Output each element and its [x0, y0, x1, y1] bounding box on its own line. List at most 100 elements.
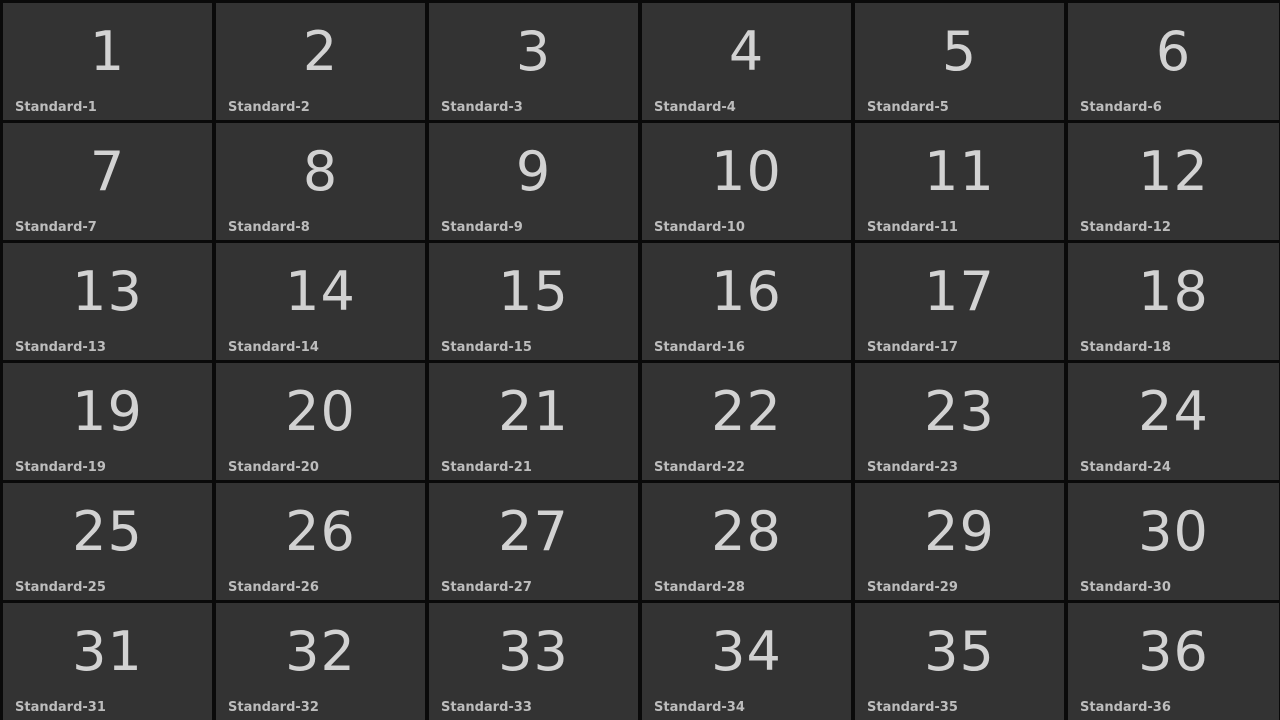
tile-number: 11: [924, 140, 995, 203]
tile-9[interactable]: 9 Standard-9: [429, 123, 638, 240]
tile-21[interactable]: 21 Standard-21: [429, 363, 638, 480]
tile-4[interactable]: 4 Standard-4: [642, 3, 851, 120]
tile-number: 6: [1155, 20, 1192, 83]
tile-label: Standard-8: [228, 220, 310, 235]
tile-number: 14: [285, 260, 356, 323]
tile-label: Standard-10: [654, 220, 745, 235]
tile-number: 31: [72, 620, 143, 683]
tile-number: 22: [711, 380, 782, 443]
tile-15[interactable]: 15 Standard-15: [429, 243, 638, 360]
tile-label: Standard-5: [867, 100, 949, 115]
tile-19[interactable]: 19 Standard-19: [3, 363, 212, 480]
tile-number: 5: [941, 20, 978, 83]
tile-33[interactable]: 33 Standard-33: [429, 603, 638, 720]
tile-label: Standard-20: [228, 460, 319, 475]
tile-18[interactable]: 18 Standard-18: [1068, 243, 1279, 360]
tile-14[interactable]: 14 Standard-14: [216, 243, 425, 360]
tile-label: Standard-22: [654, 460, 745, 475]
tile-label: Standard-6: [1080, 100, 1162, 115]
tile-label: Standard-35: [867, 700, 958, 715]
tile-27[interactable]: 27 Standard-27: [429, 483, 638, 600]
tile-11[interactable]: 11 Standard-11: [855, 123, 1064, 240]
tile-label: Standard-32: [228, 700, 319, 715]
tile-number: 4: [728, 20, 765, 83]
tile-number: 27: [498, 500, 569, 563]
tile-label: Standard-19: [15, 460, 106, 475]
tile-8[interactable]: 8 Standard-8: [216, 123, 425, 240]
tile-34[interactable]: 34 Standard-34: [642, 603, 851, 720]
tile-22[interactable]: 22 Standard-22: [642, 363, 851, 480]
tile-label: Standard-36: [1080, 700, 1171, 715]
tile-number: 10: [711, 140, 782, 203]
tile-label: Standard-4: [654, 100, 736, 115]
tile-label: Standard-31: [15, 700, 106, 715]
tile-26[interactable]: 26 Standard-26: [216, 483, 425, 600]
tile-number: 33: [498, 620, 569, 683]
tile-13[interactable]: 13 Standard-13: [3, 243, 212, 360]
tile-number: 19: [72, 380, 143, 443]
tile-number: 7: [89, 140, 126, 203]
tile-label: Standard-9: [441, 220, 523, 235]
tile-28[interactable]: 28 Standard-28: [642, 483, 851, 600]
tile-7[interactable]: 7 Standard-7: [3, 123, 212, 240]
tile-23[interactable]: 23 Standard-23: [855, 363, 1064, 480]
tile-number: 13: [72, 260, 143, 323]
tile-number: 35: [924, 620, 995, 683]
tile-label: Standard-3: [441, 100, 523, 115]
tile-number: 2: [302, 20, 339, 83]
tile-12[interactable]: 12 Standard-12: [1068, 123, 1279, 240]
tile-label: Standard-23: [867, 460, 958, 475]
tile-label: Standard-25: [15, 580, 106, 595]
tile-29[interactable]: 29 Standard-29: [855, 483, 1064, 600]
tile-number: 20: [285, 380, 356, 443]
tile-30[interactable]: 30 Standard-30: [1068, 483, 1279, 600]
tile-3[interactable]: 3 Standard-3: [429, 3, 638, 120]
tile-36[interactable]: 36 Standard-36: [1068, 603, 1279, 720]
tile-32[interactable]: 32 Standard-32: [216, 603, 425, 720]
tile-17[interactable]: 17 Standard-17: [855, 243, 1064, 360]
tile-number: 32: [285, 620, 356, 683]
tile-label: Standard-16: [654, 340, 745, 355]
tile-number: 8: [302, 140, 339, 203]
tile-label: Standard-26: [228, 580, 319, 595]
tile-number: 30: [1138, 500, 1209, 563]
tile-16[interactable]: 16 Standard-16: [642, 243, 851, 360]
tile-number: 1: [89, 20, 126, 83]
tile-25[interactable]: 25 Standard-25: [3, 483, 212, 600]
tile-number: 21: [498, 380, 569, 443]
tile-label: Standard-29: [867, 580, 958, 595]
tile-label: Standard-2: [228, 100, 310, 115]
tile-35[interactable]: 35 Standard-35: [855, 603, 1064, 720]
tile-label: Standard-28: [654, 580, 745, 595]
tile-label: Standard-33: [441, 700, 532, 715]
tile-number: 28: [711, 500, 782, 563]
tile-24[interactable]: 24 Standard-24: [1068, 363, 1279, 480]
tile-20[interactable]: 20 Standard-20: [216, 363, 425, 480]
tile-5[interactable]: 5 Standard-5: [855, 3, 1064, 120]
tile-grid: 1 Standard-1 2 Standard-2 3 Standard-3 4 Sta…: [0, 0, 1280, 720]
tile-1[interactable]: 1 Standard-1: [3, 3, 212, 120]
tile-label: Standard-17: [867, 340, 958, 355]
tile-label: Standard-12: [1080, 220, 1171, 235]
tile-number: 25: [72, 500, 143, 563]
tile-number: 23: [924, 380, 995, 443]
tile-label: Standard-14: [228, 340, 319, 355]
tile-label: Standard-1: [15, 100, 97, 115]
tile-label: Standard-27: [441, 580, 532, 595]
tile-number: 3: [515, 20, 552, 83]
tile-number: 12: [1138, 140, 1209, 203]
tile-number: 36: [1138, 620, 1209, 683]
tile-31[interactable]: 31 Standard-31: [3, 603, 212, 720]
tile-number: 15: [498, 260, 569, 323]
tile-6[interactable]: 6 Standard-6: [1068, 3, 1279, 120]
tile-2[interactable]: 2 Standard-2: [216, 3, 425, 120]
tile-label: Standard-24: [1080, 460, 1171, 475]
tile-number: 34: [711, 620, 782, 683]
tile-number: 29: [924, 500, 995, 563]
tile-label: Standard-7: [15, 220, 97, 235]
tile-number: 16: [711, 260, 782, 323]
tile-number: 17: [924, 260, 995, 323]
tile-number: 24: [1138, 380, 1209, 443]
tile-10[interactable]: 10 Standard-10: [642, 123, 851, 240]
tile-label: Standard-15: [441, 340, 532, 355]
